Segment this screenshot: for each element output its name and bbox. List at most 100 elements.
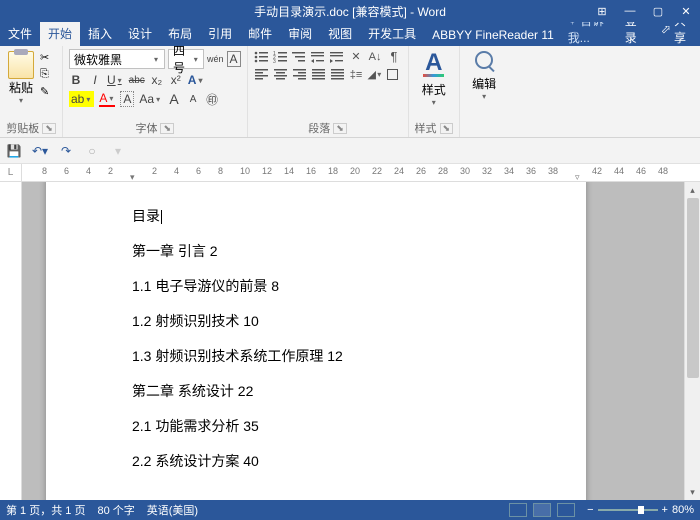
status-lang[interactable]: 英语(美国)	[147, 502, 198, 518]
web-layout-icon[interactable]	[557, 503, 575, 517]
highlight-button[interactable]: ab▾	[69, 91, 94, 107]
status-words[interactable]: 80 个字	[97, 502, 134, 518]
chevron-down-icon[interactable]: ▾	[17, 96, 25, 105]
toc-line[interactable]: 第二章 系统设计 22	[132, 381, 500, 401]
ruler-tick: 30	[460, 166, 470, 176]
align-left-icon[interactable]	[254, 67, 269, 82]
ruler-corner[interactable]: L	[0, 164, 22, 182]
asian-layout-icon[interactable]: ✕	[349, 49, 364, 64]
vertical-ruler[interactable]	[0, 182, 22, 500]
toc-line[interactable]: 2.1 功能需求分析 35	[132, 416, 500, 436]
grow-font-icon[interactable]: A	[167, 91, 181, 107]
cut-icon[interactable]: ✂	[40, 51, 56, 65]
vertical-scrollbar[interactable]: ▴ ▾	[684, 182, 700, 500]
ribbon-options-icon[interactable]: ⊞	[588, 0, 616, 22]
toc-line[interactable]: 第一章 引言 2	[132, 241, 500, 261]
font-color-button[interactable]: A▾	[99, 91, 115, 107]
copy-icon[interactable]: ⎘	[40, 68, 56, 82]
char-shading-icon[interactable]: A	[120, 91, 134, 107]
ruler-tick: 16	[306, 166, 316, 176]
dialog-launcher-icon[interactable]: ⬊	[42, 123, 56, 134]
ruler-tick: 42	[592, 166, 602, 176]
zoom-out-icon[interactable]: −	[587, 504, 593, 516]
numbering-icon[interactable]: 123	[273, 49, 288, 64]
scroll-up-icon[interactable]: ▴	[685, 182, 700, 198]
qat-more-icon[interactable]: ▾	[110, 143, 126, 159]
enclosed-char-icon[interactable]: ㊞	[205, 91, 219, 107]
increase-indent-icon[interactable]	[330, 49, 345, 64]
tab-references[interactable]: 引用	[200, 21, 240, 46]
repeat-icon[interactable]: ○	[84, 143, 100, 159]
edit-button[interactable]: 编辑 ▾	[466, 49, 502, 103]
zoom-control[interactable]: − + 80%	[587, 504, 694, 516]
tab-design[interactable]: 设计	[120, 21, 160, 46]
left-indent-marker[interactable]: ▾	[130, 172, 135, 182]
right-indent-marker[interactable]: ▿	[575, 172, 580, 182]
strike-button[interactable]: abc	[129, 72, 145, 88]
tab-developer[interactable]: 开发工具	[360, 21, 424, 46]
redo-icon[interactable]: ↷	[58, 143, 74, 159]
group-label-clipboard: 剪贴板	[6, 120, 39, 136]
tab-review[interactable]: 审阅	[280, 21, 320, 46]
scroll-down-icon[interactable]: ▾	[685, 484, 700, 500]
case-button[interactable]: Aa▾	[139, 91, 162, 107]
font-size-combo[interactable]: 四号▾	[168, 49, 204, 69]
status-page[interactable]: 第 1 页，共 1 页	[6, 502, 85, 518]
page[interactable]: 目录 第一章 引言 2 1.1 电子导游仪的前景 8 1.2 射频识别技术 10…	[46, 182, 586, 500]
italic-button[interactable]: I	[88, 72, 102, 88]
close-icon[interactable]: ✕	[672, 0, 700, 22]
underline-button[interactable]: U▾	[107, 72, 124, 88]
show-marks-icon[interactable]: ¶	[387, 49, 402, 64]
bullets-icon[interactable]	[254, 49, 269, 64]
tab-insert[interactable]: 插入	[80, 21, 120, 46]
horizontal-ruler[interactable]: ▾ ▿ 864224681012141618202224262830323436…	[22, 164, 700, 182]
borders-icon[interactable]	[387, 69, 398, 80]
minimize-icon[interactable]: —	[616, 0, 644, 22]
zoom-value[interactable]: 80%	[672, 504, 694, 516]
shading-icon[interactable]: ◢▾	[368, 67, 383, 82]
tab-mailings[interactable]: 邮件	[240, 21, 280, 46]
align-center-icon[interactable]	[273, 67, 288, 82]
tab-home[interactable]: 开始	[40, 21, 80, 46]
shrink-font-icon[interactable]: A	[186, 91, 200, 107]
font-name-combo[interactable]: 微软雅黑▾	[69, 49, 165, 69]
subscript-button[interactable]: x₂	[150, 72, 164, 88]
maximize-icon[interactable]: ▢	[644, 0, 672, 22]
char-border-icon[interactable]: A	[227, 51, 241, 67]
toc-line[interactable]: 1.3 射频识别技术系统工作原理 12	[132, 346, 500, 366]
toc-line[interactable]: 2.2 系统设计方案 40	[132, 451, 500, 471]
tab-view[interactable]: 视图	[320, 21, 360, 46]
align-right-icon[interactable]	[292, 67, 307, 82]
toc-line[interactable]: 1.1 电子导游仪的前景 8	[132, 276, 500, 296]
print-layout-icon[interactable]	[533, 503, 551, 517]
decrease-indent-icon[interactable]	[311, 49, 326, 64]
align-justify-icon[interactable]	[311, 67, 326, 82]
undo-icon[interactable]: ↶▾	[32, 143, 48, 159]
ruler-tick: 48	[658, 166, 668, 176]
zoom-slider[interactable]	[598, 509, 658, 511]
save-icon[interactable]: 💾	[6, 143, 22, 159]
ribbon: 粘贴 ▾ ✂ ⎘ ✎ 剪贴板⬊ 微软雅黑▾ 四号▾ wén A B I U▾ a…	[0, 46, 700, 138]
doc-title[interactable]: 目录	[132, 206, 500, 226]
dialog-launcher-icon[interactable]: ⬊	[333, 123, 347, 134]
tab-file[interactable]: 文件	[0, 21, 40, 46]
superscript-button[interactable]: x²	[169, 72, 183, 88]
dialog-launcher-icon[interactable]: ⬊	[160, 123, 174, 134]
line-spacing-icon[interactable]: ‡≡	[349, 67, 364, 82]
tab-abbyy[interactable]: ABBYY FineReader 11	[424, 24, 562, 46]
dialog-launcher-icon[interactable]: ⬊	[440, 123, 454, 134]
phonetic-guide-icon[interactable]: wén	[207, 51, 224, 67]
sort-icon[interactable]: A↓	[368, 49, 383, 64]
read-mode-icon[interactable]	[509, 503, 527, 517]
bold-button[interactable]: B	[69, 72, 83, 88]
group-label-paragraph: 段落	[308, 120, 330, 136]
zoom-in-icon[interactable]: +	[662, 504, 668, 516]
text-effects-icon[interactable]: A▾	[188, 72, 205, 88]
distributed-icon[interactable]	[330, 67, 345, 82]
format-painter-icon[interactable]: ✎	[40, 85, 56, 99]
toc-line[interactable]: 1.2 射频识别技术 10	[132, 311, 500, 331]
multilevel-icon[interactable]	[292, 49, 307, 64]
styles-button[interactable]: A 样式 ▾	[415, 49, 454, 109]
paste-button[interactable]: 粘贴 ▾	[6, 49, 36, 107]
scrollbar-thumb[interactable]	[687, 198, 699, 378]
